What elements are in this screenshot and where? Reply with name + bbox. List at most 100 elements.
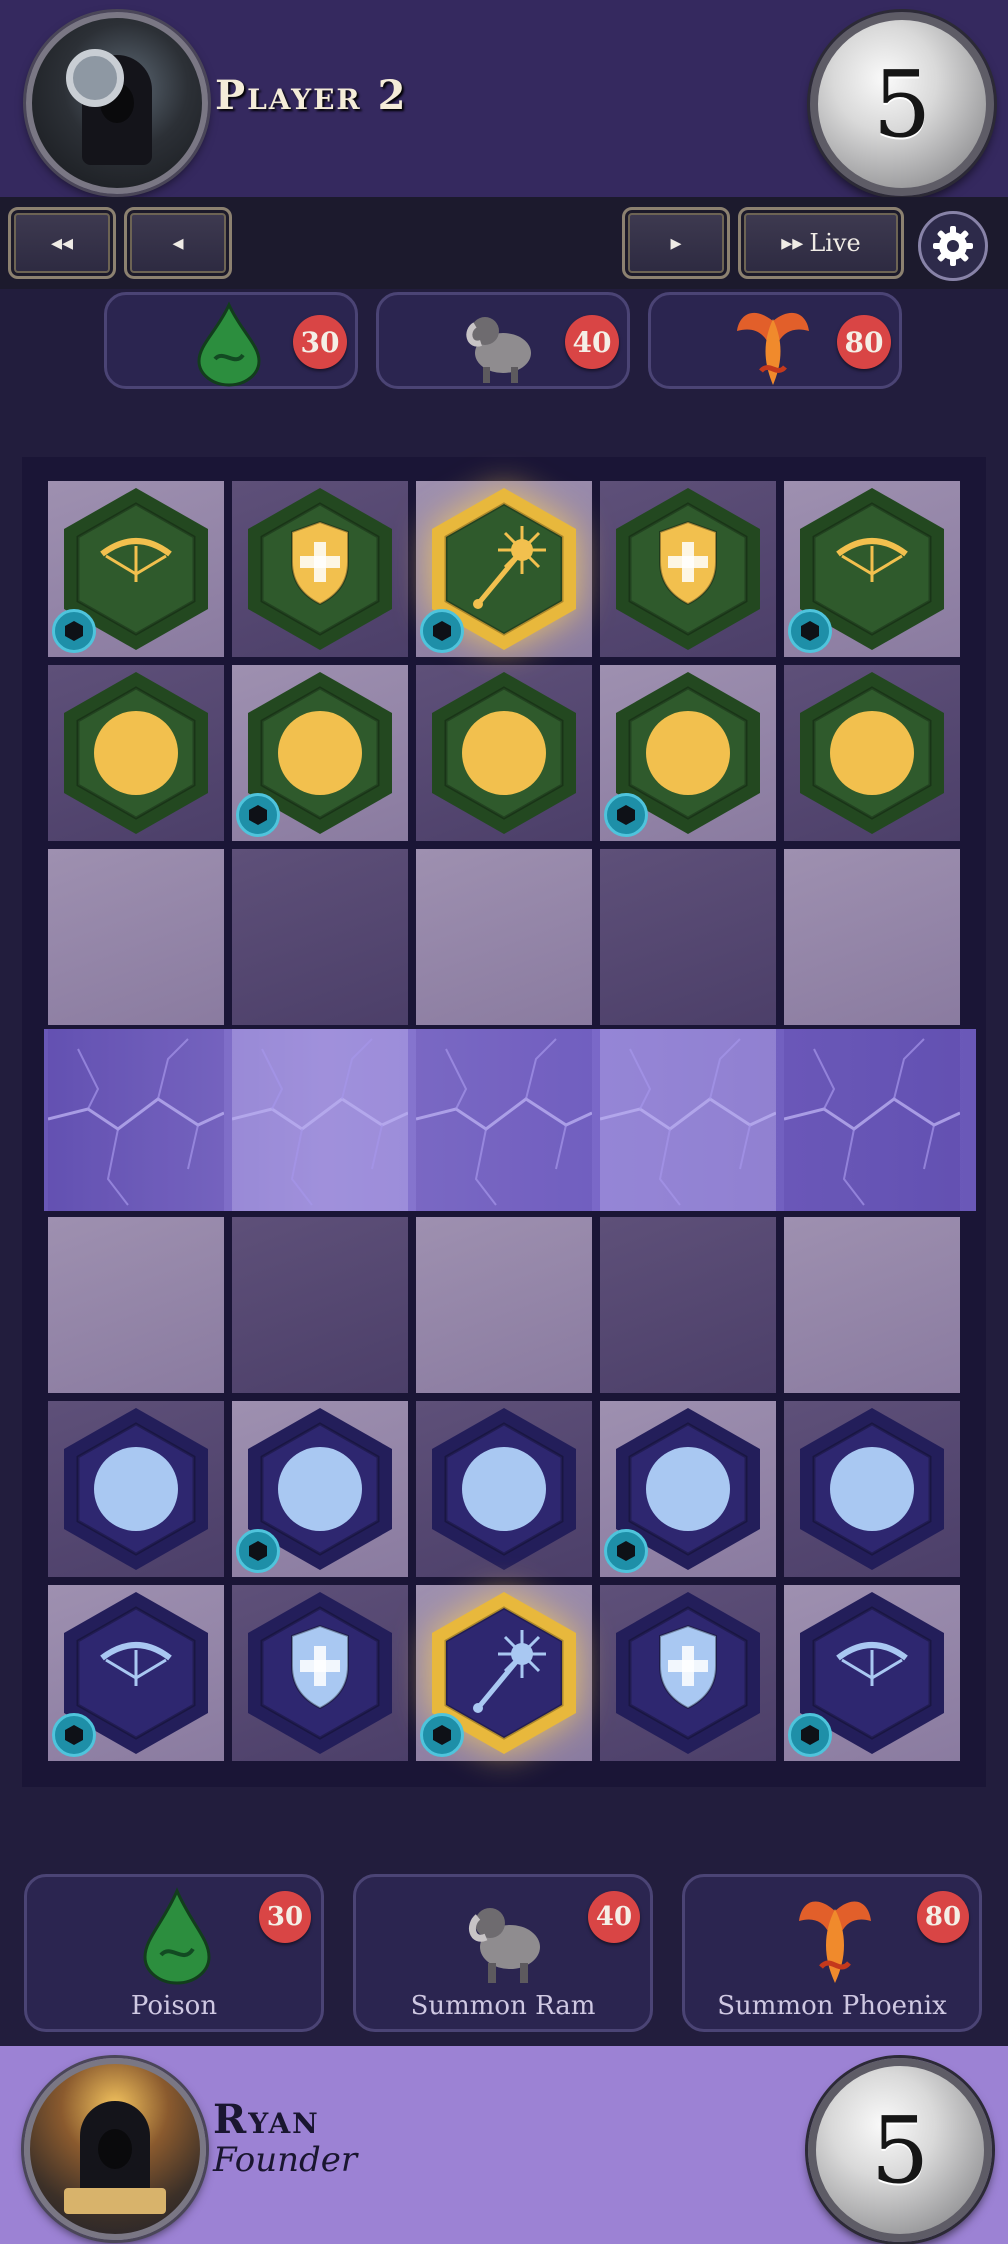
player-shield-piece[interactable] <box>232 1585 408 1761</box>
board-cell[interactable] <box>600 849 776 1025</box>
hex-token-icon <box>236 1529 280 1573</box>
opponent-score-disc: 5 <box>810 12 994 196</box>
pawn-icon <box>432 1408 576 1570</box>
pawn-icon <box>432 672 576 834</box>
player-score-disc: 5 <box>808 2058 992 2242</box>
rewind-start-button[interactable]: ◂◂ <box>8 207 116 279</box>
live-button[interactable]: ▸▸ Live <box>738 207 904 279</box>
opponent-pawn-piece[interactable] <box>416 665 592 841</box>
ram-icon <box>466 317 531 383</box>
player-pawn-piece[interactable] <box>232 1401 408 1577</box>
board-cell[interactable] <box>48 1217 224 1393</box>
opponent-spell-phoenix: 80 <box>648 292 902 389</box>
spell-name: Summon Phoenix <box>717 1991 947 2021</box>
river-cell[interactable] <box>415 1029 593 1211</box>
river-cell[interactable] <box>231 1029 409 1211</box>
spell-cost-badge: 40 <box>588 1891 640 1943</box>
board-cell[interactable] <box>416 849 592 1025</box>
spell-card-summon-ram[interactable]: 40 Summon Ram <box>353 1874 653 2032</box>
spell-cost-badge: 80 <box>837 315 891 369</box>
spell-card-poison[interactable]: 30 Poison <box>24 1874 324 2032</box>
crack-pattern <box>415 1038 593 1206</box>
board-cell[interactable] <box>784 849 960 1025</box>
player-shield-piece[interactable] <box>600 1585 776 1761</box>
board-cell[interactable] <box>784 1217 960 1393</box>
board-cell[interactable] <box>416 1217 592 1393</box>
shield-icon <box>616 1592 760 1754</box>
crack-pattern <box>599 1038 777 1206</box>
hex-token-icon <box>788 609 832 653</box>
river-row <box>44 1029 976 1211</box>
right-arrow-icon: ▸ <box>670 230 682 256</box>
opponent-avatar[interactable] <box>26 12 208 194</box>
hex-token-icon <box>52 1713 96 1757</box>
river-cell[interactable] <box>783 1029 961 1211</box>
left-arrow-icon: ◂ <box>172 230 184 256</box>
ram-icon <box>468 1908 540 1983</box>
board-cell[interactable] <box>600 1217 776 1393</box>
shield-icon <box>248 488 392 650</box>
opponent-pawn-piece[interactable] <box>784 665 960 841</box>
river-cell[interactable] <box>599 1029 777 1211</box>
player-wand-piece[interactable] <box>416 1585 592 1761</box>
spell-name: Poison <box>130 1991 218 2021</box>
crack-pattern <box>231 1038 409 1206</box>
opponent-spell-ram: 40 <box>376 292 630 389</box>
opponent-bow-piece[interactable] <box>784 481 960 657</box>
opponent-pawn-piece[interactable] <box>600 665 776 841</box>
poison-drop-icon <box>143 1887 211 1985</box>
player-pawn-piece[interactable] <box>600 1401 776 1577</box>
opponent-pawn-piece[interactable] <box>232 665 408 841</box>
hex-token-icon <box>604 1529 648 1573</box>
opponent-name: Player 2 <box>215 72 408 119</box>
pawn-icon <box>64 672 208 834</box>
hex-token-icon <box>604 793 648 837</box>
opponent-shield-piece[interactable] <box>232 481 408 657</box>
board-cell[interactable] <box>232 1217 408 1393</box>
opponent-header: Player 2 5 <box>0 0 1008 197</box>
gear-icon <box>933 226 973 266</box>
phoenix-icon <box>799 1901 871 1983</box>
opponent-pawn-piece[interactable] <box>48 665 224 841</box>
player-pawn-piece[interactable] <box>784 1401 960 1577</box>
spell-card-summon-phoenix[interactable]: 80 Summon Phoenix <box>682 1874 982 2032</box>
game-board <box>22 457 986 1787</box>
double-left-arrow-icon: ◂◂ <box>50 230 74 256</box>
spell-cost-badge: 80 <box>917 1891 969 1943</box>
spell-cost-badge: 40 <box>565 315 619 369</box>
hex-token-icon <box>236 793 280 837</box>
shield-icon <box>616 488 760 650</box>
river-cell[interactable] <box>47 1029 225 1211</box>
magnifier-art <box>66 48 124 107</box>
player-avatar[interactable] <box>24 2058 206 2240</box>
opponent-bow-piece[interactable] <box>48 481 224 657</box>
opponent-wand-piece[interactable] <box>416 481 592 657</box>
step-back-button[interactable]: ◂ <box>124 207 232 279</box>
board-cell[interactable] <box>48 849 224 1025</box>
double-right-arrow-icon: ▸▸ <box>781 230 804 256</box>
spell-cost-badge: 30 <box>293 315 347 369</box>
hex-token-icon <box>420 609 464 653</box>
settings-button[interactable] <box>918 211 988 281</box>
hex-token-icon <box>420 1713 464 1757</box>
opponent-shield-piece[interactable] <box>600 481 776 657</box>
poison-drop-icon <box>197 301 261 387</box>
step-forward-button[interactable]: ▸ <box>622 207 730 279</box>
opponent-spell-poison: 30 <box>104 292 358 389</box>
spellbook-art <box>64 2187 166 2214</box>
hex-token-icon <box>52 609 96 653</box>
player-bow-piece[interactable] <box>784 1585 960 1761</box>
spell-cost-badge: 30 <box>259 1891 311 1943</box>
player-bow-piece[interactable] <box>48 1585 224 1761</box>
player-title: Founder <box>213 2140 358 2180</box>
player-pawn-piece[interactable] <box>48 1401 224 1577</box>
phoenix-icon <box>737 312 809 385</box>
board-cell[interactable] <box>232 849 408 1025</box>
crack-pattern <box>783 1038 961 1206</box>
crack-pattern <box>47 1038 225 1206</box>
shield-icon <box>248 1592 392 1754</box>
player-pawn-piece[interactable] <box>416 1401 592 1577</box>
pawn-icon <box>800 672 944 834</box>
hex-token-icon <box>788 1713 832 1757</box>
player-name: Ryan <box>213 2096 320 2143</box>
